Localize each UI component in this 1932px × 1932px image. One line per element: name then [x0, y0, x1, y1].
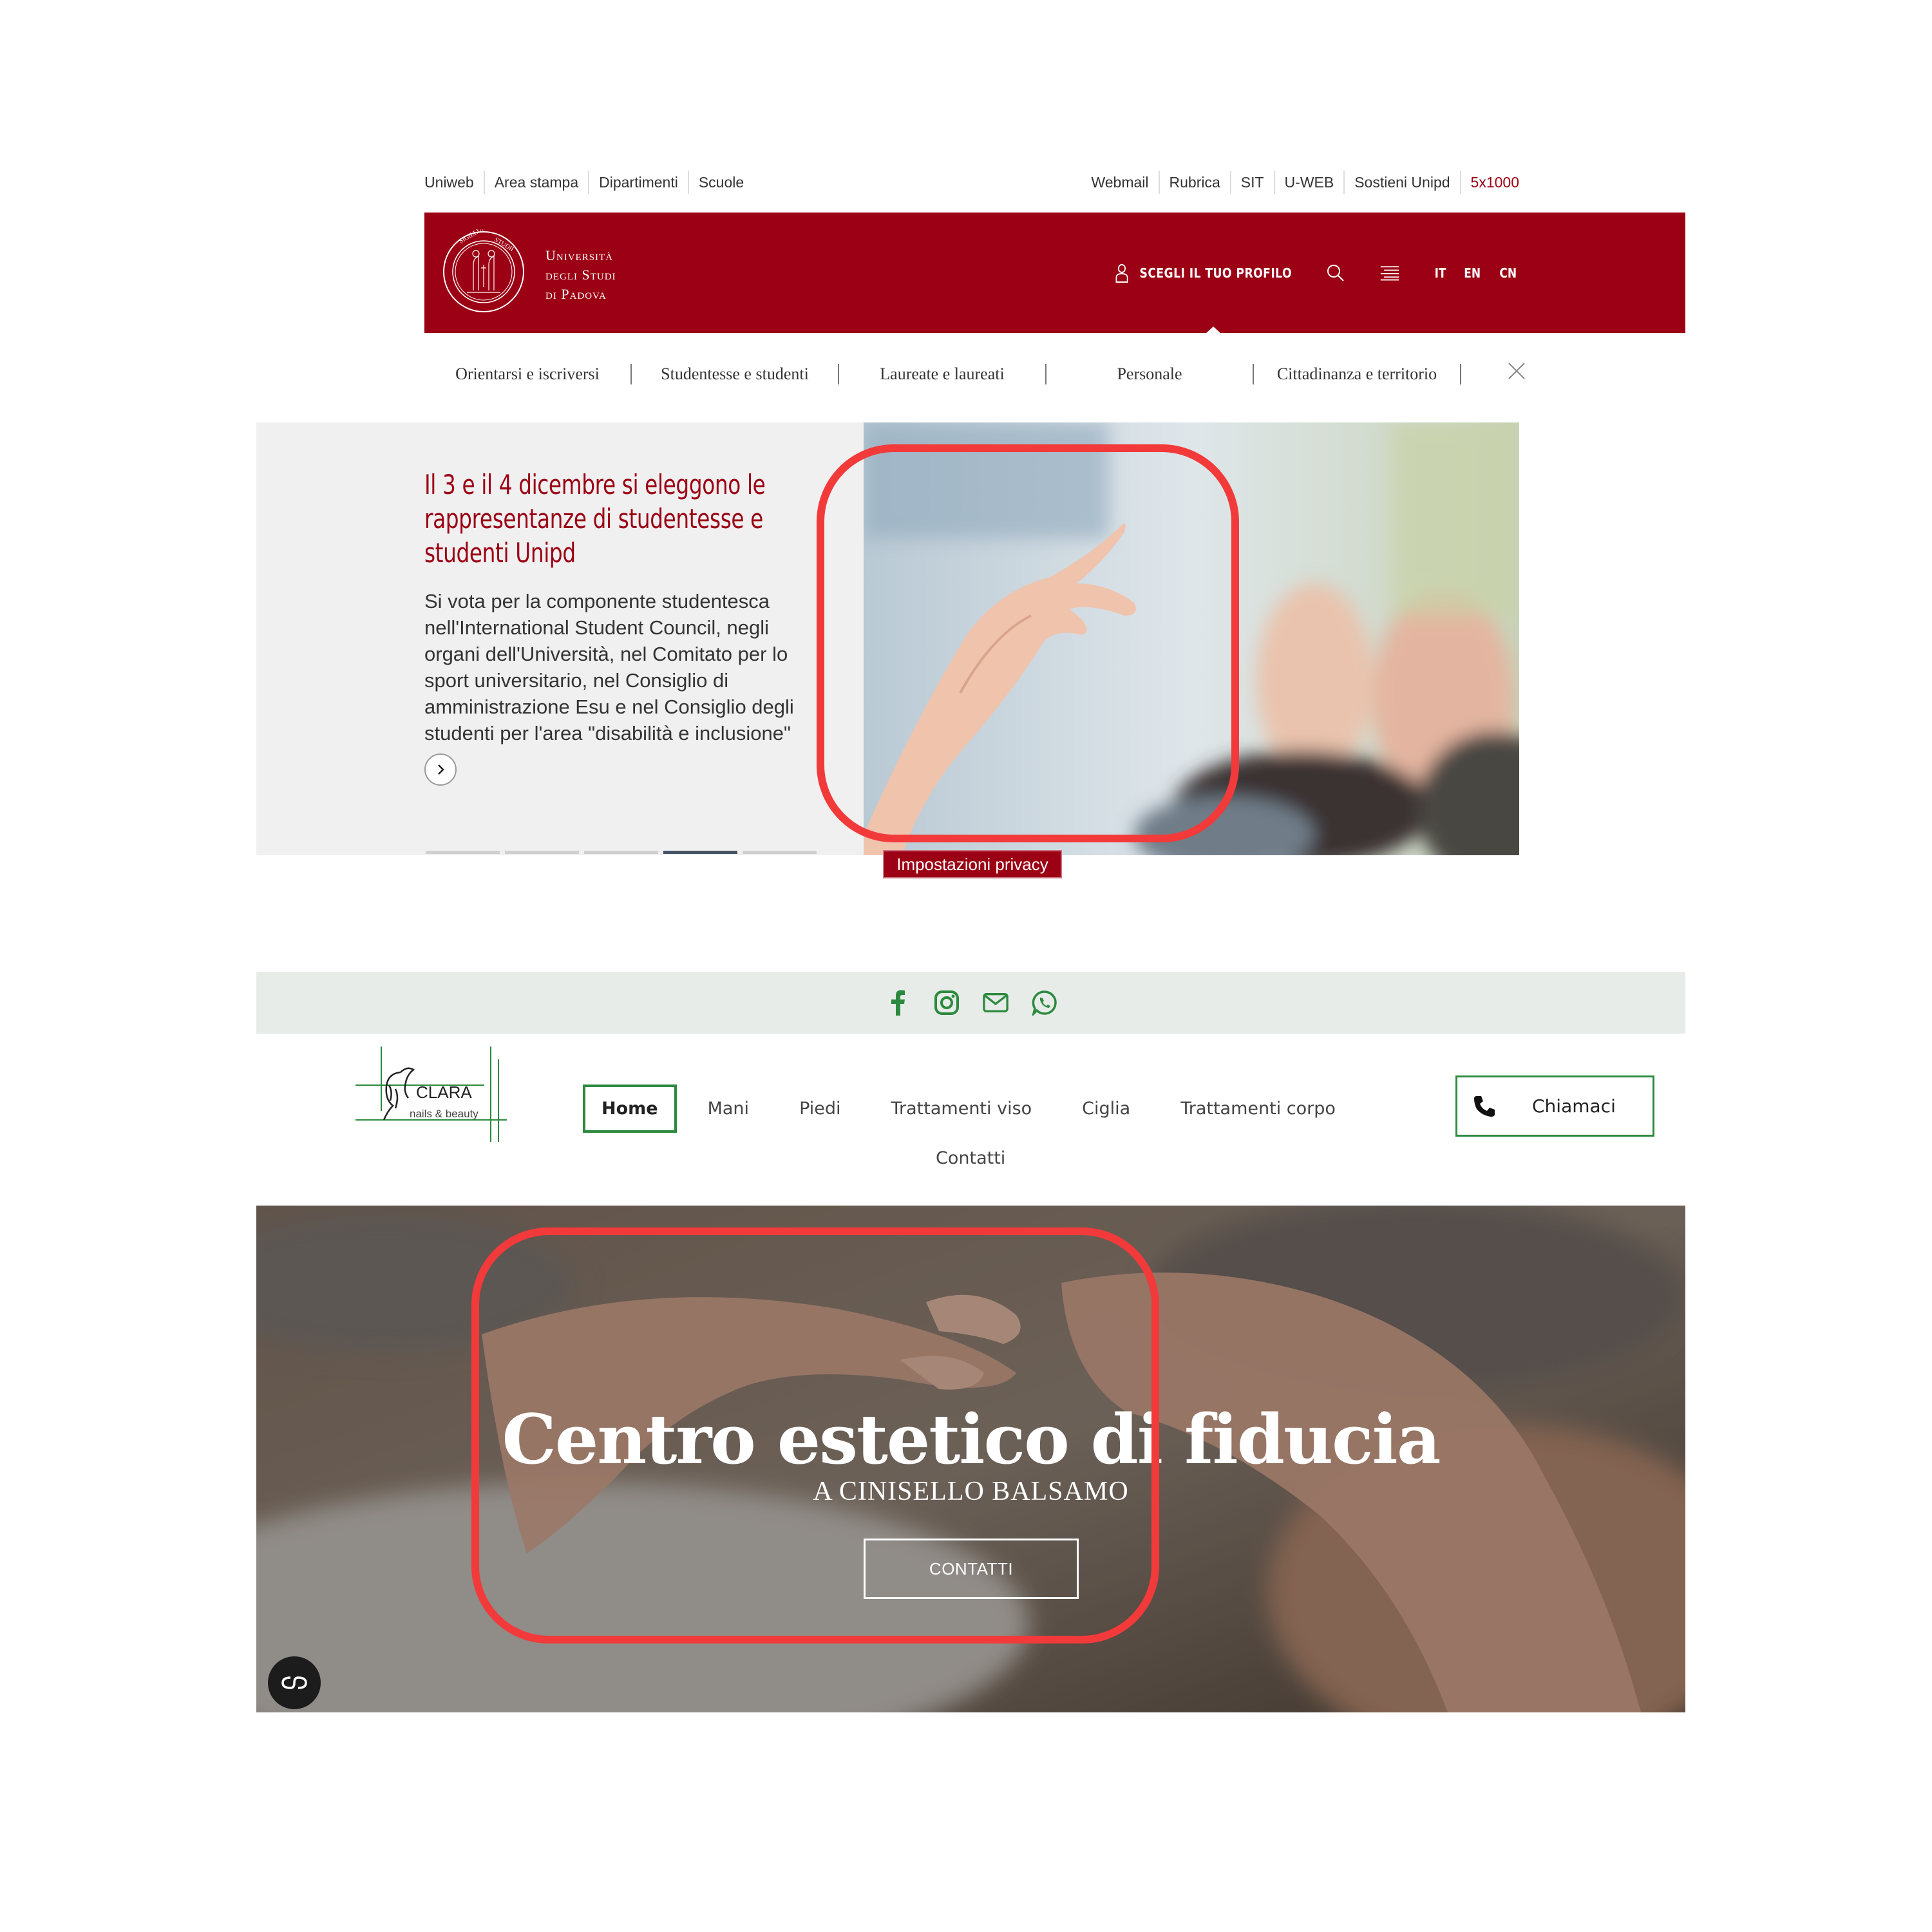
lang-en[interactable]: EN: [1464, 265, 1481, 281]
facebook-icon[interactable]: [885, 990, 911, 1016]
hero-subtitle: A CINISELLO BALSAMO: [813, 1477, 1129, 1506]
nav-trattamenti-corpo[interactable]: Trattamenti corpo: [1180, 1099, 1336, 1119]
hero-title: Centro estetico di fiducia: [502, 1399, 1441, 1479]
user-icon: [1115, 263, 1128, 283]
utility-links-right: Webmail Rubrica SIT U-WEB Sostieni Unipd…: [1091, 171, 1519, 194]
clara-nav-row: Home Mani Piedi Trattamenti viso Ciglia …: [583, 1082, 1388, 1135]
university-name[interactable]: Università degli Studi di Padova: [545, 246, 616, 304]
news-carousel: Il 3 e il 4 dicembre si eleggono le rapp…: [256, 422, 1519, 855]
slide-indicators: [426, 851, 817, 854]
raised-hands-photo: [864, 422, 1519, 855]
nav-piedi[interactable]: Piedi: [799, 1099, 840, 1119]
nav-ciglia[interactable]: Ciglia: [1082, 1099, 1130, 1119]
nav-orientarsi[interactable]: Orientarsi e iscriversi: [424, 364, 632, 384]
whatsapp-icon[interactable]: [1031, 990, 1057, 1016]
clara-logo-tagline: nails & beauty: [410, 1108, 478, 1120]
util-link-sit[interactable]: SIT: [1231, 171, 1275, 194]
util-link-u-web[interactable]: U-WEB: [1275, 171, 1345, 194]
slide-indicator-active[interactable]: [663, 851, 737, 854]
mail-icon[interactable]: [982, 990, 1009, 1016]
nav-contatti[interactable]: Contatti: [936, 1148, 1005, 1168]
unipd-header: SIGILLUM STUDII Università degli Studi d…: [424, 213, 1685, 334]
search-icon[interactable]: [1325, 263, 1346, 283]
university-seal-logo[interactable]: SIGILLUM STUDII: [441, 229, 526, 314]
instagram-icon[interactable]: [934, 990, 960, 1016]
slide-title[interactable]: Il 3 e il 4 dicembre si eleggono le rapp…: [424, 468, 811, 570]
nav-laureate[interactable]: Laureate e laureati: [839, 364, 1046, 384]
util-link-5x1000[interactable]: 5x1000: [1461, 171, 1519, 194]
lang-cn[interactable]: CN: [1499, 265, 1517, 281]
slide-text: Il 3 e il 4 dicembre si eleggono le rapp…: [424, 468, 811, 746]
util-link-area-stampa[interactable]: Area stampa: [485, 171, 590, 194]
clara-logo[interactable]: CLARA nails & beauty: [355, 1046, 507, 1142]
slide-indicator[interactable]: [743, 851, 817, 854]
slide-indicator[interactable]: [584, 851, 658, 854]
util-link-webmail[interactable]: Webmail: [1091, 171, 1160, 194]
chevron-right-icon: [438, 764, 444, 775]
accessibility-button[interactable]: [268, 1656, 321, 1709]
utility-links-left: Uniweb Area stampa Dipartimenti Scuole: [424, 171, 753, 194]
profile-caret: [1206, 327, 1221, 334]
accessibility-icon: [281, 1676, 307, 1689]
next-slide-button[interactable]: [424, 753, 457, 786]
close-icon[interactable]: [1506, 361, 1527, 381]
nav-studentesse[interactable]: Studentesse e studenti: [632, 364, 839, 384]
call-button[interactable]: Chiamaci: [1455, 1075, 1654, 1137]
clara-logo-name: CLARA: [416, 1083, 472, 1102]
util-link-rubrica[interactable]: Rubrica: [1160, 171, 1231, 194]
lang-it[interactable]: IT: [1435, 265, 1446, 281]
slide-indicator[interactable]: [426, 851, 500, 854]
contatti-button[interactable]: CONTATTI: [864, 1539, 1079, 1599]
phone-icon: [1474, 1095, 1495, 1117]
nav-mani[interactable]: Mani: [708, 1099, 749, 1119]
svg-text:STUDII: STUDII: [493, 236, 515, 253]
util-link-dipartimenti[interactable]: Dipartimenti: [589, 171, 689, 194]
clara-hero: Centro estetico di fiducia A CINISELLO B…: [256, 1206, 1685, 1712]
slide-indicator[interactable]: [505, 851, 579, 854]
menu-icon[interactable]: [1379, 263, 1400, 283]
nav-trattamenti-viso[interactable]: Trattamenti viso: [891, 1099, 1032, 1119]
clara-nav: Home Mani Piedi Trattamenti viso Ciglia …: [583, 1082, 1388, 1168]
nav-home[interactable]: Home: [583, 1084, 677, 1133]
privacy-settings-button[interactable]: Impostazioni privacy: [883, 850, 1062, 878]
util-link-sostieni[interactable]: Sostieni Unipd: [1345, 171, 1461, 194]
nav-personale[interactable]: Personale: [1046, 364, 1254, 384]
social-bar: [256, 972, 1685, 1034]
header-actions: SCEGLI IL TUO PROFILO IT EN CN: [1086, 213, 1518, 333]
util-link-uniweb[interactable]: Uniweb: [424, 171, 485, 194]
slide-description: Si vota per la componente studentesca ne…: [424, 590, 794, 744]
main-nav: Orientarsi e iscriversi Studentesse e st…: [424, 353, 1525, 395]
utility-bar: Uniweb Area stampa Dipartimenti Scuole W…: [424, 169, 1519, 196]
choose-profile-button[interactable]: SCEGLI IL TUO PROFILO: [1115, 263, 1292, 283]
nav-cittadinanza[interactable]: Cittadinanza e territorio: [1254, 364, 1461, 384]
util-link-scuole[interactable]: Scuole: [689, 171, 753, 194]
